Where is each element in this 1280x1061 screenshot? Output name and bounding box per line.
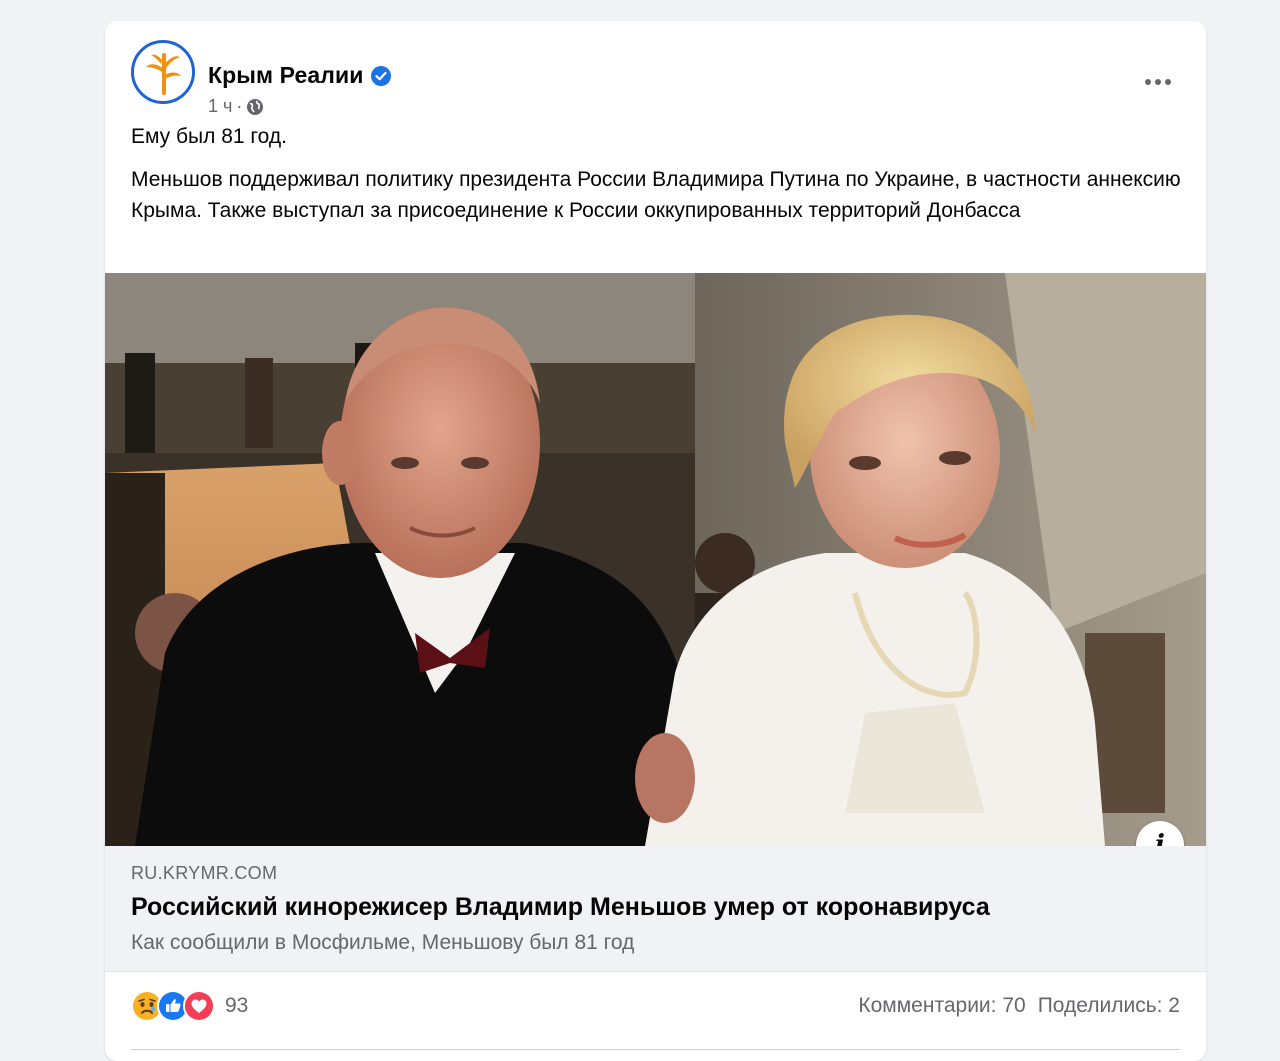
footer-divider xyxy=(131,1049,1180,1050)
post-body: Ему был 81 год. Меньшов поддерживал поли… xyxy=(131,121,1181,238)
link-description: Как сообщили в Мосфильме, Меньшову был 8… xyxy=(131,931,635,954)
globe-icon[interactable] xyxy=(246,98,264,116)
page-name-row: Крым Реалии xyxy=(208,62,392,89)
page-name[interactable]: Крым Реалии xyxy=(208,62,363,89)
page-avatar[interactable] xyxy=(131,40,195,104)
reaction-summary[interactable]: 93 xyxy=(131,990,248,1022)
engagement-counts: Комментарии: 70 Поделились: 2 xyxy=(846,994,1180,1018)
link-title[interactable]: Российский кинорежисер Владимир Меньшов … xyxy=(131,893,990,922)
love-reaction-icon xyxy=(183,990,215,1022)
comments-count[interactable]: Комментарии: 70 xyxy=(858,994,1025,1018)
more-options-icon[interactable] xyxy=(1138,72,1178,92)
post-card: Крым Реалии 1 ч · Ему был 81 год. Меньшо… xyxy=(105,21,1206,1061)
post-text-line-2: Меньшов поддерживал политику президента … xyxy=(131,168,1181,222)
post-meta: 1 ч · xyxy=(208,96,264,117)
reaction-count: 93 xyxy=(225,994,249,1017)
meta-separator: · xyxy=(236,96,243,116)
post-footer: 93 Комментарии: 70 Поделились: 2 xyxy=(131,989,1180,1023)
post-text-line-1: Ему был 81 год. xyxy=(131,125,287,148)
photo-image xyxy=(105,273,1206,846)
verified-badge-icon xyxy=(371,65,392,86)
post-timestamp[interactable]: 1 ч xyxy=(208,96,232,117)
link-domain: RU.KRYMR.COM xyxy=(131,863,278,883)
post-header: Крым Реалии 1 ч · xyxy=(131,40,1184,116)
post-photo[interactable]: i xyxy=(105,273,1206,846)
shares-count[interactable]: Поделились: 2 xyxy=(1038,994,1180,1018)
krym-realii-logo-icon xyxy=(146,53,181,95)
link-preview[interactable]: RU.KRYMR.COM Российский кинорежисер Влад… xyxy=(105,846,1206,972)
